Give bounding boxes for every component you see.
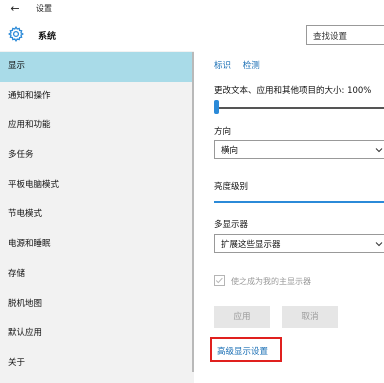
search-placeholder: 查找设置 xyxy=(313,32,348,42)
apply-button[interactable]: 应用 xyxy=(214,306,270,328)
main-display-checkbox[interactable] xyxy=(214,275,225,286)
main-display-checkbox-label: 使之成为我的主显示器 xyxy=(231,277,311,286)
sidebar-nav: 显示 通知和操作 应用和功能 多任务 平板电脑模式 节电模式 电源和睡眠 存储 … xyxy=(0,52,194,379)
checkmark-icon xyxy=(215,277,223,284)
title-bar: ← 设置 xyxy=(0,0,384,18)
scale-label: 更改文本、应用和其他项目的大小: 100% xyxy=(214,86,372,96)
multi-display-label: 多显示器 xyxy=(214,220,249,230)
orientation-label: 方向 xyxy=(214,127,232,137)
advanced-settings-highlight: 高级显示设置 xyxy=(210,337,282,362)
multi-display-dropdown[interactable]: 扩展这些显示器 xyxy=(214,234,384,253)
display-settings-panel: 查找设置 标识 检测 更改文本、应用和其他项目的大小: 100% 方向 横向 亮… xyxy=(194,18,384,383)
sidebar-item-multitasking[interactable]: 多任务 xyxy=(0,141,194,171)
brightness-label: 亮度级别 xyxy=(214,182,249,192)
section-title: 系统 xyxy=(38,32,57,42)
gear-icon xyxy=(8,26,24,42)
sidebar-item-notifications[interactable]: 通知和操作 xyxy=(0,82,194,112)
back-arrow-icon[interactable]: ← xyxy=(8,2,22,16)
identify-link[interactable]: 标识 xyxy=(214,61,231,71)
sidebar-item-storage[interactable]: 存储 xyxy=(0,260,194,290)
sidebar-item-battery-saver[interactable]: 节电模式 xyxy=(0,200,194,230)
display-links: 标识 检测 xyxy=(214,59,269,71)
chevron-down-icon xyxy=(375,242,383,247)
advanced-display-settings-link[interactable]: 高级显示设置 xyxy=(217,345,268,357)
cancel-button[interactable]: 取消 xyxy=(282,306,338,328)
sidebar-item-about[interactable]: 关于 xyxy=(0,349,194,379)
window-title: 设置 xyxy=(36,4,52,13)
sidebar-item-tablet-mode[interactable]: 平板电脑模式 xyxy=(0,171,194,201)
sidebar-item-offline-maps[interactable]: 脱机地图 xyxy=(0,290,194,320)
scale-slider-thumb[interactable] xyxy=(214,100,219,114)
orientation-dropdown[interactable]: 横向 xyxy=(214,140,384,159)
brightness-slider[interactable] xyxy=(214,201,384,203)
sidebar-item-apps[interactable]: 应用和功能 xyxy=(0,111,194,141)
search-input[interactable]: 查找设置 xyxy=(306,25,384,45)
multi-display-value: 扩展这些显示器 xyxy=(221,240,281,250)
sidebar-header: 系统 xyxy=(0,18,194,51)
scale-slider-track[interactable] xyxy=(218,107,384,109)
orientation-value: 横向 xyxy=(221,146,239,156)
sidebar-item-default-apps[interactable]: 默认应用 xyxy=(0,319,194,349)
chevron-down-icon xyxy=(375,148,383,153)
sidebar-item-display[interactable]: 显示 xyxy=(0,52,194,82)
sidebar: 系统 显示 通知和操作 应用和功能 多任务 平板电脑模式 节电模式 电源和睡眠 … xyxy=(0,18,195,383)
detect-link[interactable]: 检测 xyxy=(243,61,260,71)
sidebar-item-power-sleep[interactable]: 电源和睡眠 xyxy=(0,230,194,260)
